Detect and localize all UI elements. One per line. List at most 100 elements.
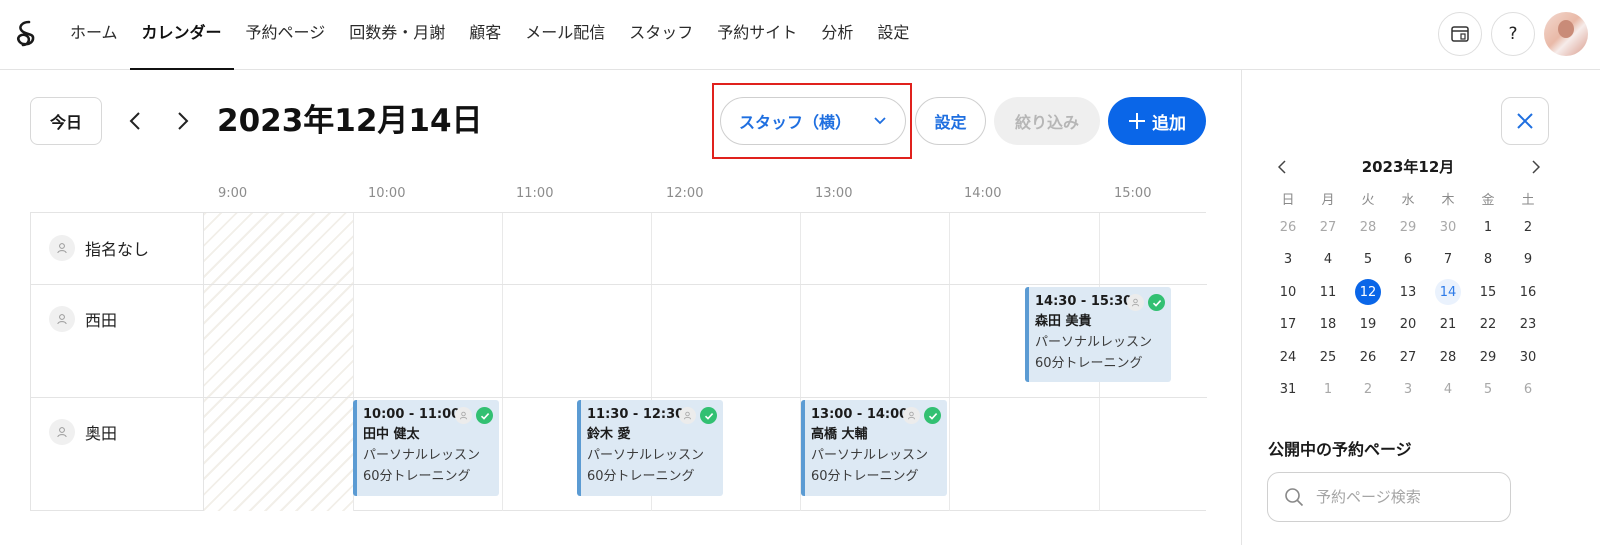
close-icon (1517, 113, 1533, 129)
calendar-day[interactable]: 4 (1428, 374, 1468, 407)
calendar-day[interactable]: 24 (1268, 341, 1308, 374)
name-column-divider (203, 213, 204, 511)
calendar-day[interactable]: 26 (1348, 341, 1388, 374)
calendar-settings-button[interactable]: 設定 (915, 97, 986, 145)
calendar-day-number: 14 (1435, 279, 1461, 306)
calendar-day[interactable]: 15 (1468, 276, 1508, 309)
mini-calendar-next-month[interactable] (1528, 158, 1544, 176)
staff-name: 指名なし (85, 240, 150, 259)
booking-page-search[interactable] (1267, 472, 1511, 522)
nav-item[interactable]: 設定 (865, 0, 921, 70)
side-panel-divider (1241, 70, 1242, 545)
calendar-day-number: 10 (1279, 284, 1297, 300)
hour-label: 10:00 (368, 186, 406, 201)
calendar-day[interactable]: 29 (1388, 211, 1428, 244)
calendar-day[interactable]: 7 (1428, 244, 1468, 277)
calendar-day[interactable]: 11 (1308, 276, 1348, 309)
hour-label: 12:00 (666, 186, 704, 201)
calendar-day[interactable]: 20 (1388, 309, 1428, 342)
calendar-day[interactable]: 25 (1308, 341, 1348, 374)
calendar-day[interactable]: 9 (1508, 244, 1548, 277)
view-mode-select[interactable]: スタッフ（横） (720, 97, 906, 145)
help-icon[interactable]: ? (1491, 12, 1535, 56)
calendar-day[interactable]: 19 (1348, 309, 1388, 342)
staff-name: 西田 (85, 311, 118, 330)
chevron-down-icon (874, 117, 886, 125)
calendar-day[interactable]: 3 (1268, 244, 1308, 277)
previous-day-button[interactable] (120, 105, 150, 137)
chevron-right-icon (178, 112, 189, 130)
mini-calendar: 日月火水木金土 26 27 28 29 30 1 2 3 4 5 6 7 8 9 10 11 12 13 14 15 16… (1268, 189, 1548, 406)
next-day-button[interactable] (168, 105, 198, 137)
calendar-day-number: 25 (1319, 349, 1337, 365)
calendar-day[interactable]: 30 (1508, 341, 1548, 374)
calendar-day[interactable]: 29 (1468, 341, 1508, 374)
calendar-day[interactable]: 10 (1268, 276, 1308, 309)
calendar-day[interactable]: 21 (1428, 309, 1468, 342)
calendar-day[interactable]: 2 (1508, 211, 1548, 244)
calendar-day[interactable]: 6 (1508, 374, 1548, 407)
close-panel-button[interactable] (1501, 97, 1549, 145)
calendar-day[interactable]: 16 (1508, 276, 1548, 309)
calendar-day-number: 15 (1479, 284, 1497, 300)
confirmed-check-icon (1148, 294, 1165, 311)
calendar-day[interactable]: 27 (1308, 211, 1348, 244)
calendar-day-number: 3 (1283, 252, 1293, 268)
appointment-service: パーソナルレッスン (1035, 335, 1153, 350)
user-avatar[interactable] (1544, 12, 1588, 56)
calendar-day[interactable]: 14 (1428, 276, 1468, 309)
browser-window-icon[interactable] (1438, 12, 1482, 56)
nav-item[interactable]: スタッフ (617, 0, 705, 70)
calendar-day[interactable]: 28 (1428, 341, 1468, 374)
nav-item[interactable]: カレンダー (129, 0, 234, 70)
nav-item[interactable]: 予約サイト (705, 0, 809, 70)
calendar-day-number: 13 (1399, 284, 1417, 300)
calendar-day[interactable]: 1 (1468, 211, 1508, 244)
logo-icon[interactable] (10, 18, 42, 50)
calendar-day[interactable]: 18 (1308, 309, 1348, 342)
calendar-day-number: 21 (1439, 317, 1457, 333)
calendar-day[interactable]: 31 (1268, 374, 1308, 407)
hour-label: 11:00 (516, 186, 554, 201)
nav-item[interactable]: 回数券・月謝 (337, 0, 457, 70)
calendar-day-number: 20 (1399, 317, 1417, 333)
calendar-day[interactable]: 5 (1348, 244, 1388, 277)
calendar-day[interactable]: 17 (1268, 309, 1308, 342)
calendar-day[interactable]: 6 (1388, 244, 1428, 277)
add-button[interactable]: 追加 (1108, 97, 1206, 145)
calendar-day[interactable]: 26 (1268, 211, 1308, 244)
weekday-header: 水 (1401, 193, 1415, 208)
appointment-card[interactable]: 13:00 - 14:00 高橋 大輔 パーソナルレッスン 60分トレーニング (801, 400, 947, 496)
calendar-day[interactable]: 22 (1468, 309, 1508, 342)
calendar-day[interactable]: 12 (1348, 276, 1388, 309)
calendar-day[interactable]: 2 (1348, 374, 1388, 407)
nav-item[interactable]: メール配信 (513, 0, 617, 70)
calendar-day[interactable]: 28 (1348, 211, 1388, 244)
appointment-card[interactable]: 14:30 - 15:30 森田 美貴 パーソナルレッスン 60分トレーニング (1025, 287, 1171, 382)
calendar-day[interactable]: 8 (1468, 244, 1508, 277)
calendar-day[interactable]: 13 (1388, 276, 1428, 309)
public-pages-title: 公開中の予約ページ (1268, 440, 1412, 459)
hour-label: 9:00 (218, 186, 248, 201)
booking-page-search-input[interactable] (1316, 488, 1486, 506)
filter-button[interactable]: 絞り込み (994, 97, 1100, 145)
calendar-day[interactable]: 4 (1308, 244, 1348, 277)
mini-calendar-title: 2023年12月 (1361, 158, 1455, 176)
today-button[interactable]: 今日 (30, 97, 102, 145)
nav-item[interactable]: 顧客 (457, 0, 513, 70)
nav-item[interactable]: 分析 (809, 0, 865, 70)
appointment-card[interactable]: 11:30 - 12:30 鈴木 愛パーソナルレッスン 60分トレーニング (577, 400, 723, 496)
calendar-day[interactable]: 5 (1468, 374, 1508, 407)
appointment-card[interactable]: 10:00 - 11:00 田中 健太 パーソナルレッスン 60分トレーニング (353, 400, 499, 496)
calendar-day[interactable]: 1 (1308, 374, 1348, 407)
view-mode-label: スタッフ（横） (739, 113, 852, 132)
calendar-day[interactable]: 27 (1388, 341, 1428, 374)
calendar-day[interactable]: 23 (1508, 309, 1548, 342)
nav-item[interactable]: 予約ページ (234, 0, 338, 70)
weekday-header: 木 (1441, 193, 1455, 208)
top-right-actions: ? (1438, 12, 1588, 56)
calendar-day[interactable]: 30 (1428, 211, 1468, 244)
appointment-customer: 田中 健太 (363, 427, 420, 442)
calendar-day[interactable]: 3 (1388, 374, 1428, 407)
nav-item[interactable]: ホーム (58, 0, 130, 70)
